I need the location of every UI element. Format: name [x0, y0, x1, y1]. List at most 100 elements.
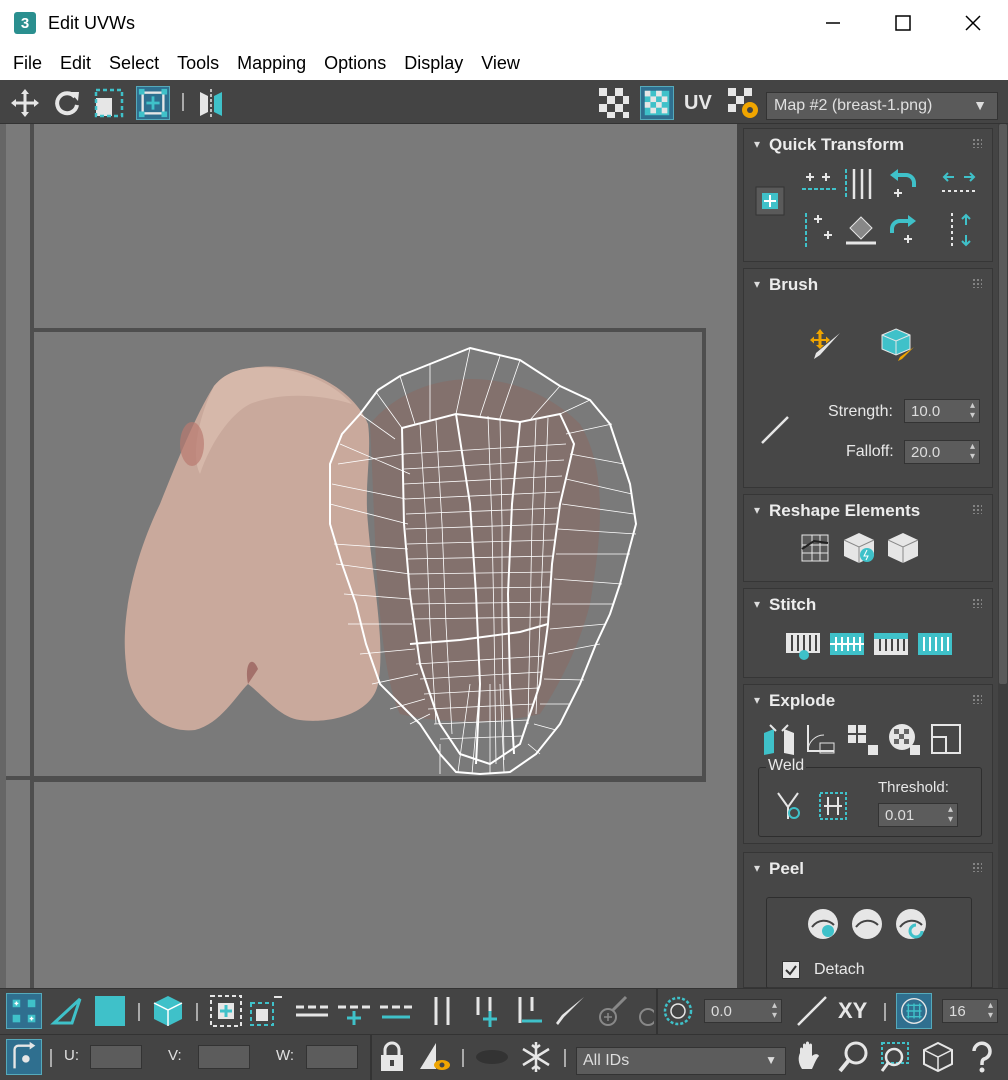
- paint-select-shrink-icon[interactable]: [634, 993, 654, 1029]
- loop-shrink-icon[interactable]: [378, 993, 414, 1029]
- flatten-by-angle-icon[interactable]: [802, 721, 840, 759]
- align-to-edge-icon[interactable]: [800, 211, 838, 249]
- freeze-toggle-icon[interactable]: [474, 1039, 510, 1075]
- transform-pivot-icon[interactable]: [752, 183, 788, 219]
- grip-icon[interactable]: [972, 694, 982, 704]
- move-icon[interactable]: [8, 86, 42, 120]
- freeze-icon[interactable]: [518, 1039, 554, 1075]
- grip-icon[interactable]: [972, 278, 982, 288]
- brush-falloff-icon[interactable]: [756, 411, 794, 449]
- falloff-type-icon[interactable]: [794, 993, 830, 1029]
- hide-show-icon[interactable]: [416, 1039, 452, 1075]
- grip-icon[interactable]: [972, 862, 982, 872]
- element-mode-icon[interactable]: [150, 993, 186, 1029]
- close-button[interactable]: [938, 0, 1008, 46]
- menu-view[interactable]: View: [472, 53, 529, 74]
- align-horizontal-icon[interactable]: [800, 165, 838, 203]
- paint-select-icon[interactable]: [552, 993, 588, 1029]
- spinner-arrows-icon[interactable]: ▴ ▾: [772, 1001, 777, 1021]
- edge-mode-icon[interactable]: [50, 993, 86, 1029]
- relax-until-flat-icon[interactable]: [840, 529, 878, 567]
- grow-selection-icon[interactable]: [208, 993, 244, 1029]
- shrink-selection-icon[interactable]: [248, 993, 284, 1029]
- zoom-region-icon[interactable]: [878, 1039, 914, 1075]
- scale-icon[interactable]: [92, 86, 126, 120]
- mirror-icon[interactable]: [194, 86, 228, 120]
- menu-mapping[interactable]: Mapping: [228, 53, 315, 74]
- grip-icon[interactable]: [972, 598, 982, 608]
- rollout-title-peel[interactable]: Peel: [754, 859, 804, 879]
- snap-grid-icon[interactable]: [896, 993, 932, 1029]
- spinner-arrows-icon[interactable]: ▴ ▾: [970, 401, 975, 421]
- loop-grow-icon[interactable]: [336, 993, 372, 1029]
- map-select-dropdown[interactable]: Map #2 (breast-1.png) ▼: [766, 92, 998, 120]
- rollout-title-reshape-elements[interactable]: Reshape Elements: [754, 501, 920, 521]
- paint-move-brush-icon[interactable]: [806, 325, 844, 363]
- show-map-icon[interactable]: [640, 86, 674, 120]
- uv-canvas[interactable]: [0, 124, 737, 988]
- menu-display[interactable]: Display: [395, 53, 472, 74]
- lock-selection-icon[interactable]: [374, 1039, 410, 1075]
- soft-selection-icon[interactable]: [660, 993, 696, 1029]
- uv-space-toggle[interactable]: UV: [684, 92, 712, 115]
- u-coordinate-input[interactable]: [90, 1045, 142, 1069]
- freeform-mode-icon[interactable]: [136, 86, 170, 120]
- spinner-arrows-icon[interactable]: ▴ ▾: [988, 1001, 993, 1021]
- relax-brush-icon[interactable]: [878, 325, 916, 363]
- soft-selection-value-spinner[interactable]: 0.0 ▴ ▾: [704, 999, 782, 1023]
- falloff-space-xy[interactable]: XY: [838, 998, 867, 1024]
- space-horizontal-icon[interactable]: [940, 165, 978, 203]
- grip-icon[interactable]: [972, 138, 982, 148]
- strength-spinner[interactable]: 10.0 ▴ ▾: [904, 399, 980, 423]
- rotate-cw-90-icon[interactable]: [884, 211, 922, 249]
- stitch-to-target-icon[interactable]: [828, 625, 866, 663]
- relax-icon[interactable]: [884, 529, 922, 567]
- space-vertical-icon[interactable]: [940, 211, 978, 249]
- help-icon[interactable]: [964, 1039, 1000, 1075]
- stitch-to-source-icon[interactable]: [916, 625, 954, 663]
- stitch-average-icon[interactable]: [872, 625, 910, 663]
- straighten-selection-icon[interactable]: [796, 529, 834, 567]
- loop-select-icon[interactable]: [294, 993, 330, 1029]
- break-icon[interactable]: [760, 721, 798, 759]
- stitch-custom-icon[interactable]: [784, 625, 822, 663]
- vertex-mode-icon[interactable]: [6, 993, 42, 1029]
- grip-icon[interactable]: [972, 504, 982, 514]
- zoom-icon[interactable]: [836, 1039, 872, 1075]
- v-coordinate-input[interactable]: [198, 1045, 250, 1069]
- pan-icon[interactable]: [792, 1039, 828, 1075]
- detach-checkbox[interactable]: [782, 961, 800, 979]
- minimize-button[interactable]: [798, 0, 868, 46]
- align-vertical-icon[interactable]: [842, 165, 880, 203]
- spinner-arrows-icon[interactable]: ▴ ▾: [948, 805, 953, 825]
- absolute-offset-icon[interactable]: [6, 1039, 42, 1075]
- rollout-title-explode[interactable]: Explode: [754, 691, 835, 711]
- w-coordinate-input[interactable]: [306, 1045, 358, 1069]
- material-id-select[interactable]: All IDs ▼: [576, 1047, 786, 1075]
- menu-options[interactable]: Options: [315, 53, 395, 74]
- polygon-mode-icon[interactable]: [92, 993, 128, 1029]
- zoom-extents-icon[interactable]: [920, 1039, 956, 1075]
- flatten-by-smoothing-icon[interactable]: [928, 721, 966, 759]
- checker-pattern-icon[interactable]: [597, 86, 631, 120]
- ring-grow-icon[interactable]: [466, 993, 502, 1029]
- rollout-title-brush[interactable]: Brush: [754, 275, 818, 295]
- flatten-by-polygon-icon[interactable]: [844, 721, 882, 759]
- flatten-by-material-icon[interactable]: [886, 721, 924, 759]
- uv-editor-viewport[interactable]: [0, 124, 737, 988]
- spinner-arrows-icon[interactable]: ▴ ▾: [970, 442, 975, 462]
- menu-select[interactable]: Select: [100, 53, 168, 74]
- panel-scroll-thumb[interactable]: [999, 124, 1007, 684]
- grid-subdivision-spinner[interactable]: 16 ▴ ▾: [942, 999, 998, 1023]
- rollout-title-quick-transform[interactable]: Quick Transform: [754, 135, 904, 155]
- falloff-spinner[interactable]: 20.0 ▴ ▾: [904, 440, 980, 464]
- paint-select-size-icon[interactable]: [594, 993, 630, 1029]
- linear-align-icon[interactable]: [842, 211, 880, 249]
- peel-mode-icon[interactable]: [848, 905, 886, 943]
- threshold-spinner[interactable]: 0.01 ▴ ▾: [878, 803, 958, 827]
- rollout-title-stitch[interactable]: Stitch: [754, 595, 816, 615]
- menu-file[interactable]: File: [4, 53, 51, 74]
- reset-peel-icon[interactable]: [892, 905, 930, 943]
- maximize-button[interactable]: [868, 0, 938, 46]
- menu-tools[interactable]: Tools: [168, 53, 228, 74]
